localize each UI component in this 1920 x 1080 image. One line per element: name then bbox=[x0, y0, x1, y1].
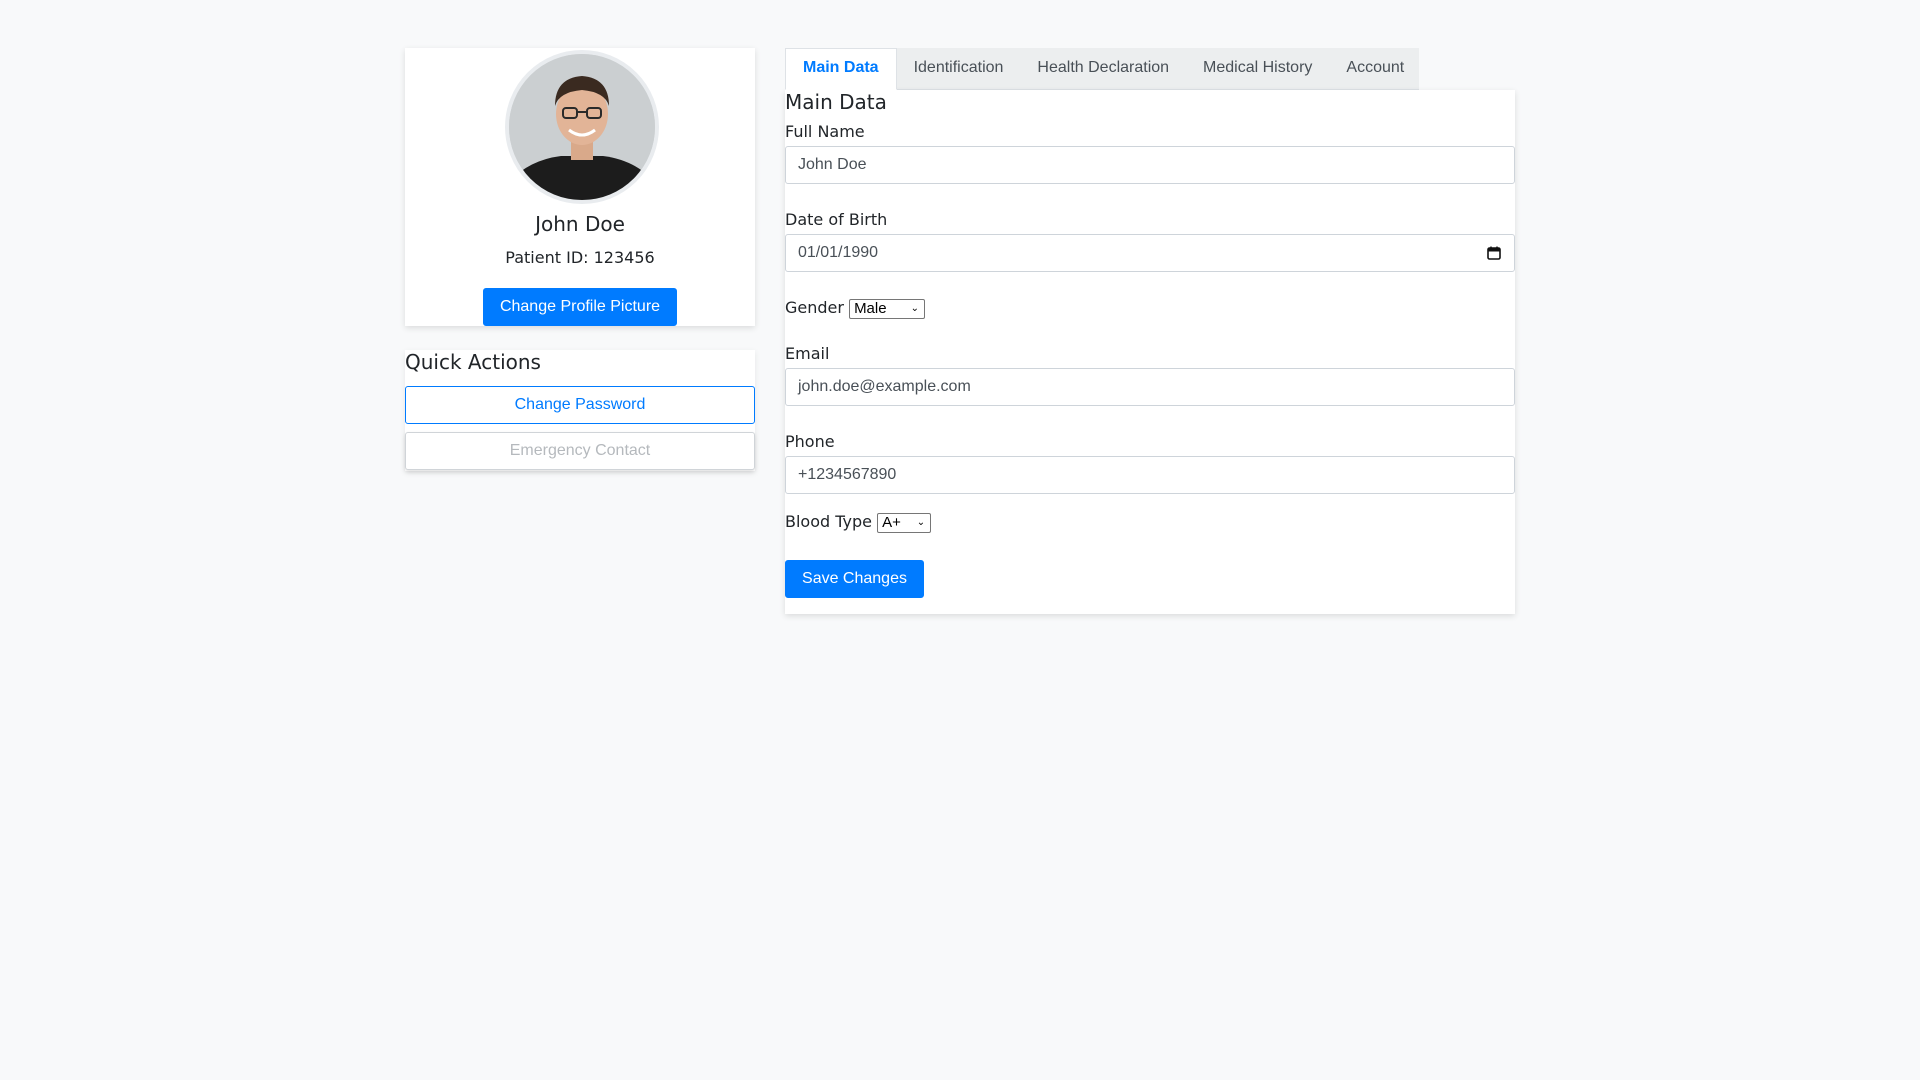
gender-label: Gender bbox=[785, 298, 844, 317]
blood-type-row: Blood Type A+ ⌄ bbox=[785, 510, 1515, 534]
avatar bbox=[505, 50, 659, 204]
profile-card: John Doe Patient ID: 123456 Change Profi… bbox=[405, 48, 755, 326]
form-title: Main Data bbox=[785, 90, 887, 114]
phone-label: Phone bbox=[785, 432, 835, 451]
full-name-input[interactable]: John Doe bbox=[785, 146, 1515, 184]
gender-row: Gender Male ⌄ bbox=[785, 296, 1515, 320]
tab-identification[interactable]: Identification bbox=[897, 48, 1021, 89]
calendar-icon[interactable] bbox=[1487, 246, 1501, 260]
emergency-contact-button[interactable]: Emergency Contact bbox=[405, 432, 755, 470]
email-label: Email bbox=[785, 344, 830, 363]
tab-medical-history[interactable]: Medical History bbox=[1186, 48, 1329, 89]
profile-name: John Doe bbox=[535, 212, 625, 236]
tab-account[interactable]: Account bbox=[1329, 48, 1421, 89]
gender-select-value: Male bbox=[854, 299, 887, 317]
tab-bar: Main Data Identification Health Declarat… bbox=[785, 48, 1419, 90]
sidebar: John Doe Patient ID: 123456 Change Profi… bbox=[405, 48, 755, 471]
phone-input[interactable]: +1234567890 bbox=[785, 456, 1515, 494]
patient-id: Patient ID: 123456 bbox=[505, 248, 655, 267]
avatar-photo-icon bbox=[509, 54, 655, 200]
dob-input[interactable]: 01/01/1990 bbox=[785, 234, 1515, 272]
quick-actions-title: Quick Actions bbox=[405, 350, 541, 374]
tab-main-data[interactable]: Main Data bbox=[785, 48, 897, 90]
change-profile-picture-button[interactable]: Change Profile Picture bbox=[483, 288, 677, 326]
blood-type-select[interactable]: A+ ⌄ bbox=[877, 512, 932, 533]
main-data-panel: Main Data Full Name John Doe Date of Bir… bbox=[785, 90, 1515, 614]
quick-actions-panel: Quick Actions Change Password Emergency … bbox=[405, 350, 755, 471]
save-changes-button[interactable]: Save Changes bbox=[785, 560, 924, 598]
chevron-down-icon: ⌄ bbox=[916, 516, 926, 528]
gender-select[interactable]: Male ⌄ bbox=[849, 298, 926, 319]
tab-health-declaration[interactable]: Health Declaration bbox=[1020, 48, 1186, 89]
email-input[interactable]: john.doe@example.com bbox=[785, 368, 1515, 406]
change-password-button[interactable]: Change Password bbox=[405, 386, 755, 424]
blood-type-select-value: A+ bbox=[882, 513, 901, 531]
dob-field-wrapper: 01/01/1990 bbox=[785, 234, 1515, 272]
full-name-label: Full Name bbox=[785, 122, 865, 141]
dob-label: Date of Birth bbox=[785, 210, 888, 229]
blood-type-label: Blood Type bbox=[785, 512, 872, 531]
chevron-down-icon: ⌄ bbox=[910, 302, 920, 314]
main-content: Main Data Identification Health Declarat… bbox=[785, 48, 1515, 614]
